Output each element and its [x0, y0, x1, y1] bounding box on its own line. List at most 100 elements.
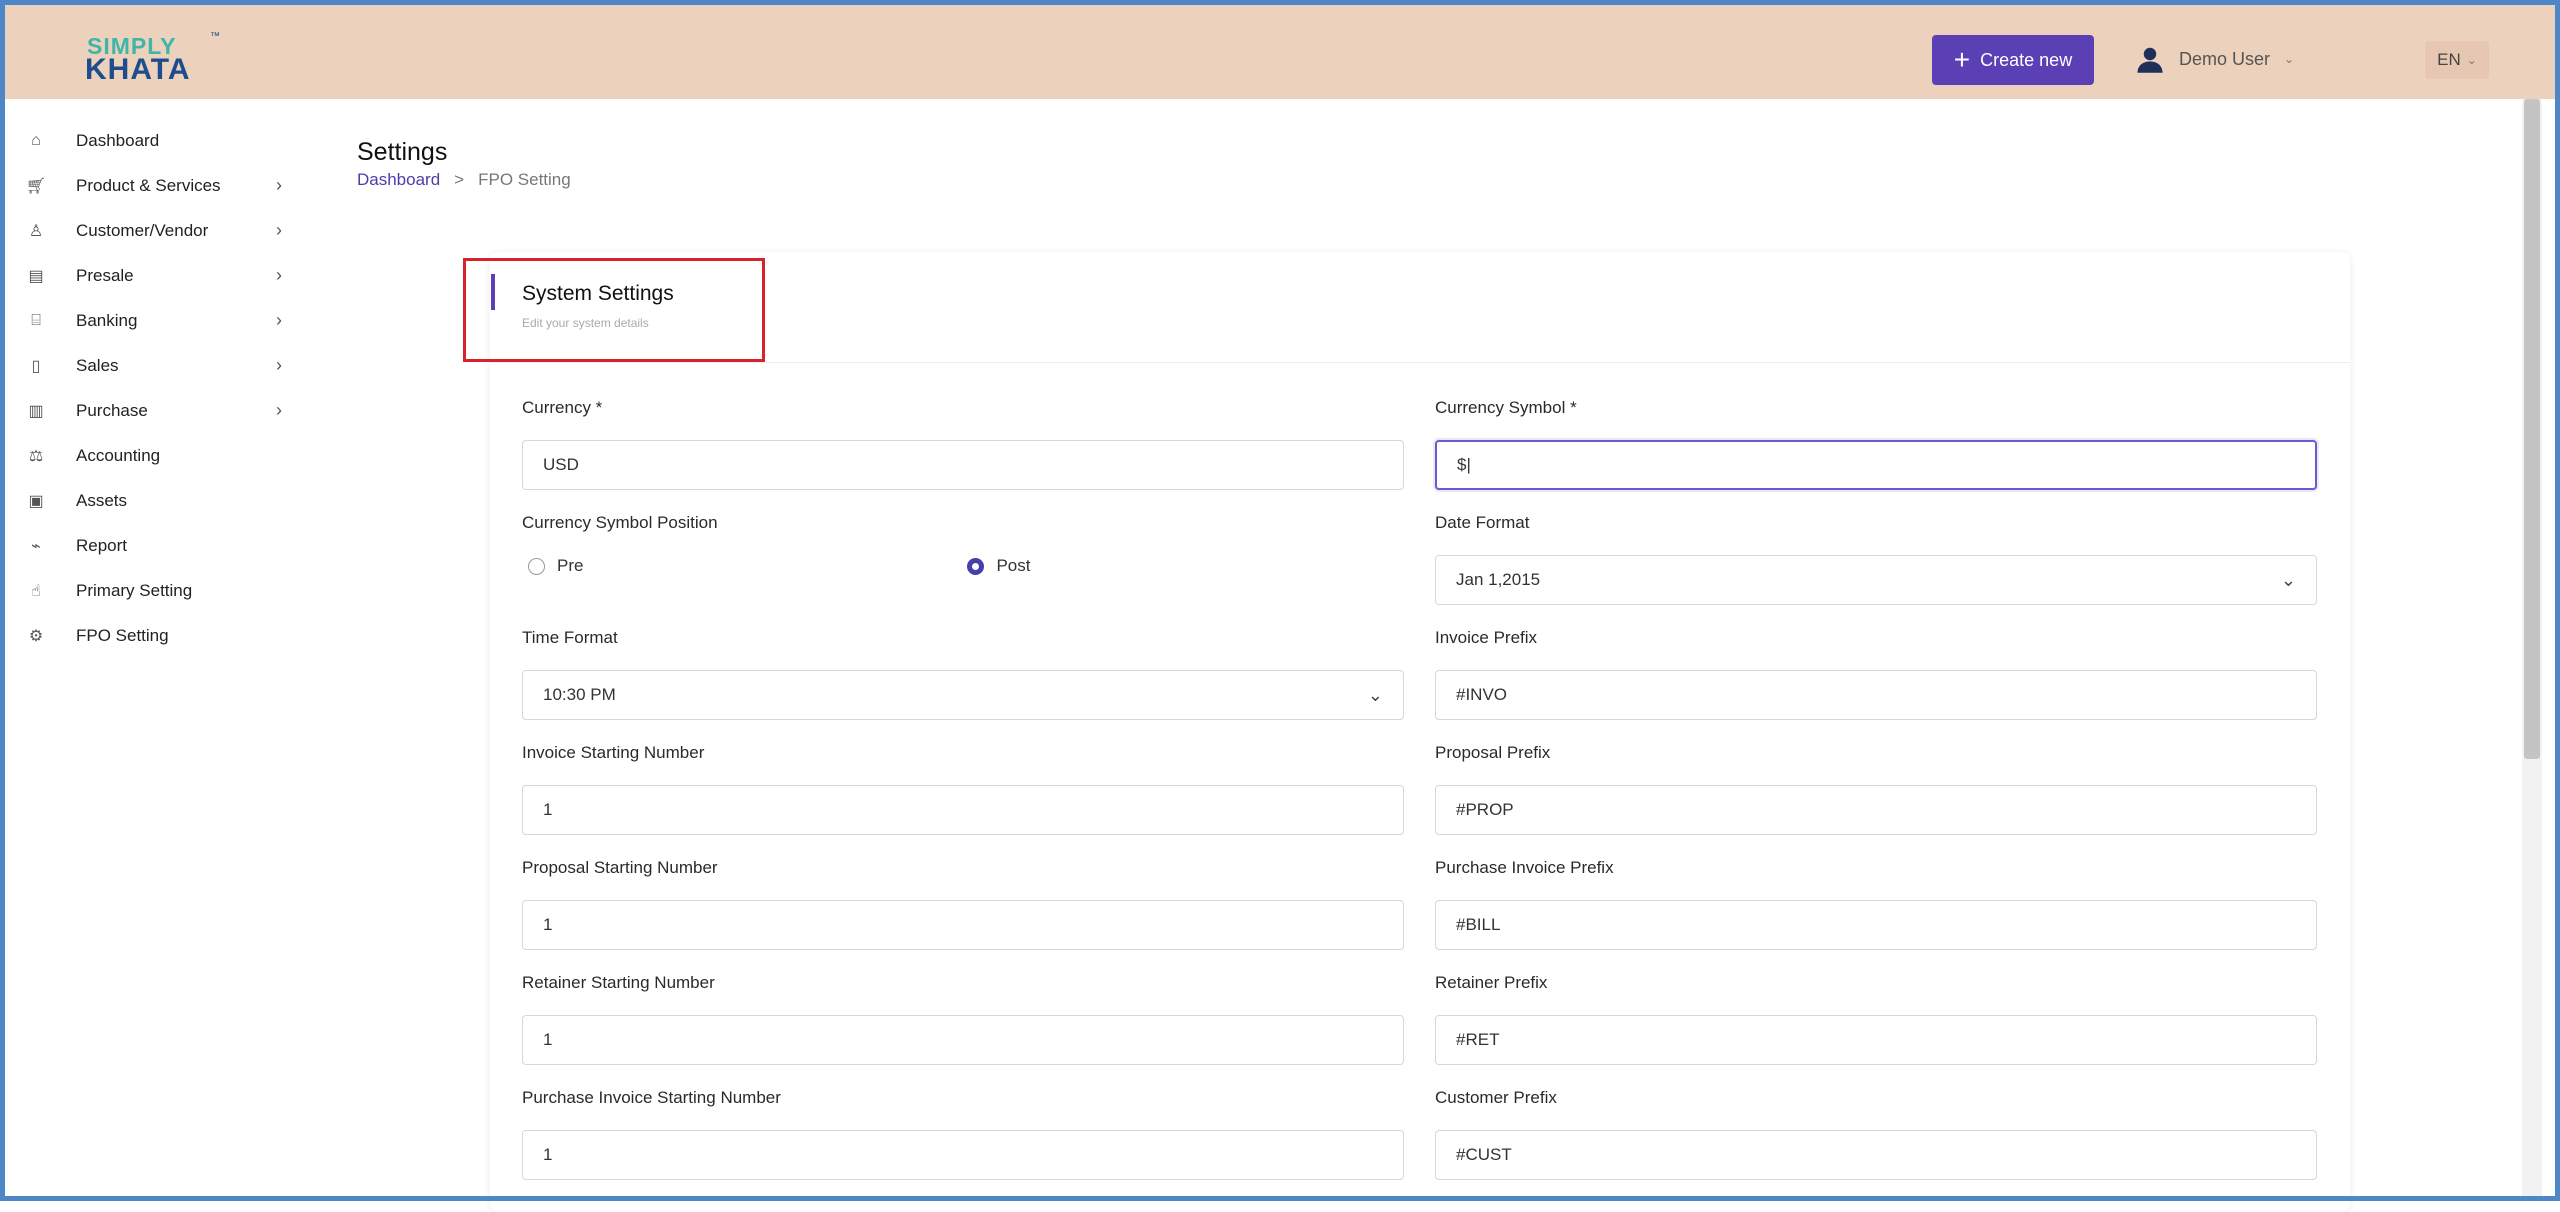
retainer-prefix-input[interactable]: #RET: [1435, 1015, 2317, 1065]
currency-symbol-label: Currency Symbol *: [1435, 398, 1577, 417]
gear-icon: ⚙︎: [28, 627, 44, 645]
chevron-right-icon: ›: [276, 400, 282, 420]
sidebar-item-label: Report: [76, 535, 128, 555]
radio-post[interactable]: Post: [967, 556, 1031, 576]
sidebar-item-product-services[interactable]: 🛒︎ Product & Services ›: [26, 163, 306, 208]
sidebar-item-label: Sales: [76, 355, 119, 375]
chevron-right-icon: ›: [276, 355, 282, 375]
sidebar: ⌂ Dashboard 🛒︎ Product & Services › ♙ Cu…: [26, 118, 306, 658]
scrollbar-thumb[interactable]: [2524, 99, 2540, 759]
building-icon: ▤: [28, 267, 44, 285]
user-menu[interactable]: Demo User ⌄: [2135, 39, 2294, 79]
cart-icon: 🛒︎: [25, 177, 47, 195]
plus-icon: +: [1953, 44, 1971, 75]
breadcrumb-dashboard-link[interactable]: Dashboard: [357, 170, 440, 190]
invoice-start-field: Invoice Starting Number 1: [522, 743, 1404, 835]
breadcrumb-separator: >: [454, 170, 465, 189]
sidebar-item-label: Primary Setting: [76, 580, 193, 600]
invoice-prefix-field: Invoice Prefix #INVO: [1435, 628, 2317, 720]
purchase-invoice-prefix-field: Purchase Invoice Prefix #BILL: [1435, 858, 2317, 950]
trademark-mark: ™: [210, 31, 220, 42]
time-format-field: Time Format 10:30 PM ⌄: [522, 628, 1404, 720]
purchase-invoice-start-field: Purchase Invoice Starting Number 1: [522, 1088, 1404, 1180]
sidebar-item-report[interactable]: ⌁ Report: [26, 523, 306, 568]
symbol-position-radio-group: Pre Post: [522, 551, 1404, 581]
radio-post-label: Post: [996, 556, 1031, 575]
sidebar-item-customer-vendor[interactable]: ♙ Customer/Vendor ›: [26, 208, 306, 253]
sidebar-item-label: Purchase: [76, 400, 148, 420]
retainer-start-input[interactable]: 1: [522, 1015, 1404, 1065]
breadcrumb-current: FPO Setting: [478, 170, 571, 189]
chevron-right-icon: ›: [276, 310, 282, 330]
chevron-right-icon: ›: [276, 220, 282, 240]
symbol-position-field: Currency Symbol Position Pre Post: [522, 513, 1404, 581]
bank-icon: ⌸: [31, 311, 41, 329]
scale-icon: ⚖︎: [28, 447, 44, 465]
symbol-position-label: Currency Symbol Position: [522, 513, 718, 532]
clipboard-icon: ▣: [28, 492, 44, 510]
sidebar-item-primary-setting[interactable]: ☝︎ Primary Setting: [26, 568, 306, 613]
sidebar-item-label: Banking: [76, 310, 138, 330]
sidebar-item-accounting[interactable]: ⚖︎ Accounting: [26, 433, 306, 478]
language-label: EN: [2437, 50, 2461, 69]
chevron-down-icon: ⌄: [2466, 53, 2477, 67]
radio-pre-circle[interactable]: [528, 557, 545, 575]
document-icon: ▯: [31, 357, 41, 375]
user-avatar-icon: [2137, 47, 2163, 73]
create-new-button[interactable]: + Create new: [1932, 35, 2094, 85]
sidebar-item-label: FPO Setting: [76, 625, 169, 645]
purchase-invoice-prefix-input[interactable]: #BILL: [1435, 900, 2317, 950]
purchase-invoice-start-label: Purchase Invoice Starting Number: [522, 1088, 781, 1107]
proposal-start-label: Proposal Starting Number: [522, 858, 718, 877]
sidebar-item-label: Accounting: [76, 445, 161, 465]
receipt-icon: ▥: [28, 402, 44, 420]
invoice-prefix-input[interactable]: #INVO: [1435, 670, 2317, 720]
radio-post-circle[interactable]: [967, 557, 985, 575]
chevron-right-icon: ›: [276, 175, 282, 195]
radio-pre-label: Pre: [557, 556, 584, 575]
radio-pre[interactable]: Pre: [528, 556, 583, 576]
logo-bottom-text: KHATA: [85, 53, 191, 86]
currency-field: Currency * USD: [522, 398, 1404, 490]
page-title: Settings: [357, 138, 448, 166]
currency-input[interactable]: USD: [522, 440, 1404, 490]
date-format-select[interactable]: Jan 1,2015 ⌄: [1435, 555, 2317, 605]
user-plus-icon: ♙: [28, 222, 44, 240]
retainer-start-field: Retainer Starting Number 1: [522, 973, 1404, 1065]
sidebar-item-fpo-setting[interactable]: ⚙︎ FPO Setting: [26, 613, 306, 658]
customer-prefix-input[interactable]: #CUST: [1435, 1130, 2317, 1180]
currency-label: Currency *: [522, 398, 603, 417]
time-format-select[interactable]: 10:30 PM ⌄: [522, 670, 1404, 720]
proposal-prefix-input[interactable]: #PROP: [1435, 785, 2317, 835]
sidebar-item-assets[interactable]: ▣ Assets: [26, 478, 306, 523]
chevron-right-icon: ›: [276, 265, 282, 285]
time-format-value: 10:30 PM: [543, 685, 616, 704]
annotation-highlight-box: [463, 258, 765, 362]
sidebar-item-label: Customer/Vendor: [76, 220, 209, 240]
chevron-down-icon: ⌄: [2284, 52, 2295, 66]
create-new-label: Create new: [1980, 49, 2073, 70]
sidebar-item-purchase[interactable]: ▥ Purchase ›: [26, 388, 306, 433]
proposal-start-field: Proposal Starting Number 1: [522, 858, 1404, 950]
chevron-down-icon: ⌄: [1367, 684, 1383, 705]
logo[interactable]: SIMPLY KHATA ™: [85, 27, 220, 86]
sidebar-item-label: Assets: [76, 490, 128, 510]
purchase-invoice-prefix-label: Purchase Invoice Prefix: [1435, 858, 1614, 877]
purchase-invoice-start-input[interactable]: 1: [522, 1130, 1404, 1180]
chart-icon: ⌁: [31, 537, 41, 555]
hand-icon: ☝︎: [31, 582, 41, 600]
sidebar-item-banking[interactable]: ⌸ Banking ›: [26, 298, 306, 343]
sidebar-item-presale[interactable]: ▤ Presale ›: [26, 253, 306, 298]
invoice-prefix-label: Invoice Prefix: [1435, 628, 1538, 647]
breadcrumb: Dashboard > FPO Setting: [357, 170, 571, 190]
time-format-label: Time Format: [522, 628, 618, 647]
retainer-start-label: Retainer Starting Number: [522, 973, 715, 992]
proposal-start-input[interactable]: 1: [522, 900, 1404, 950]
sidebar-item-sales[interactable]: ▯ Sales ›: [26, 343, 306, 388]
date-format-label: Date Format: [1435, 513, 1530, 532]
language-select[interactable]: EN ⌄: [2425, 41, 2489, 79]
customer-prefix-field: Customer Prefix #CUST: [1435, 1088, 2317, 1180]
invoice-start-input[interactable]: 1: [522, 785, 1404, 835]
currency-symbol-input[interactable]: $|: [1435, 440, 2317, 490]
sidebar-item-dashboard[interactable]: ⌂ Dashboard: [26, 118, 306, 163]
